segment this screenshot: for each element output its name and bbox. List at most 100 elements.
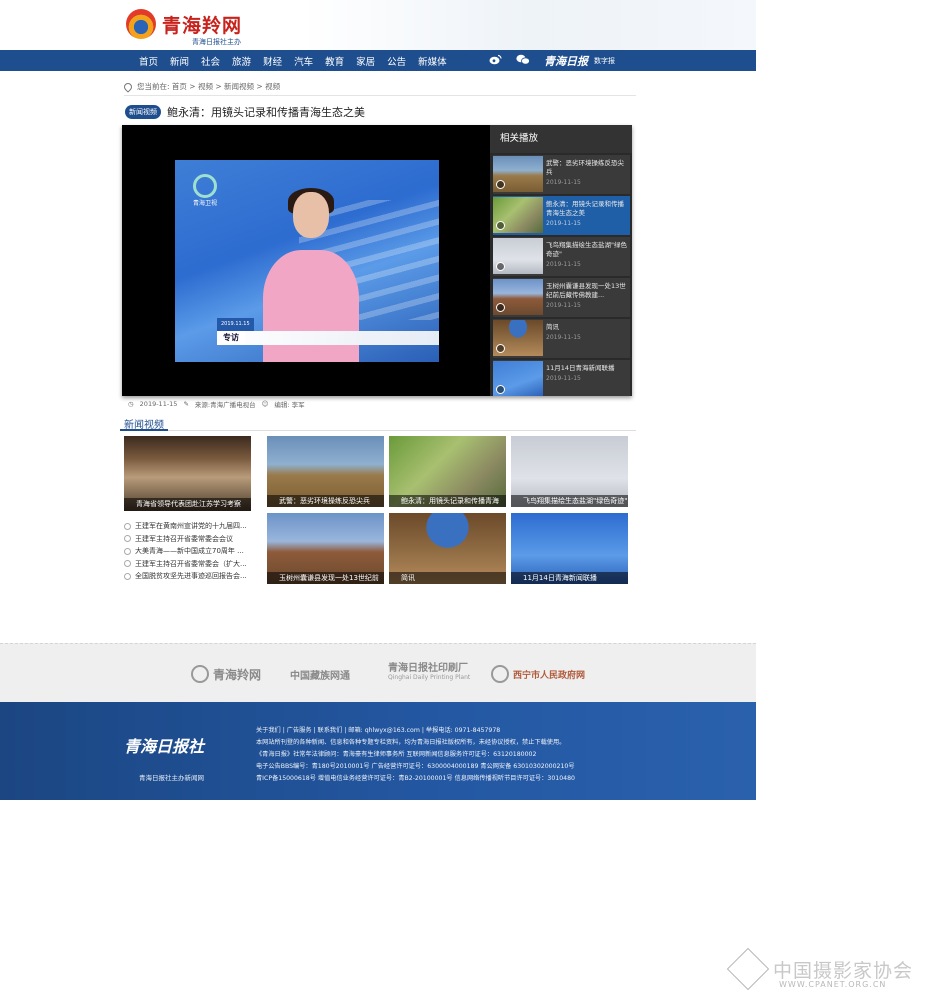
- related-item-date: 2019-11-15: [546, 375, 581, 382]
- nav-item-auto[interactable]: 汽车: [294, 54, 313, 68]
- breadcrumb: 您当前在: 首页 > 视频 > 新闻视频 > 视频: [122, 78, 636, 96]
- related-item[interactable]: 飞鸟翔集描绘生态盐湖"绿色奇迹" 2019-11-15: [493, 237, 630, 276]
- featured-video-caption[interactable]: 青海省领导代表团赴江苏学习考察: [124, 498, 251, 511]
- related-thumbnail[interactable]: [493, 279, 543, 315]
- logo-subtitle: 青海日报社主办: [192, 38, 241, 46]
- partner-subtitle: Qinghai Daily Printing Plant: [388, 674, 471, 681]
- list-item-text[interactable]: 王建军主持召开省委常委会（扩大...: [135, 558, 247, 571]
- partner-link-xining[interactable]: 西宁市人民政府网: [491, 660, 585, 688]
- list-item[interactable]: 全国脱贫攻坚先进事迹巡回报告会...: [124, 570, 254, 583]
- partner-name: 中国藏族网通: [290, 670, 350, 682]
- emblem-icon: [491, 665, 509, 683]
- video-tile-caption[interactable]: 玉树州囊谦县发现一处13世纪前: [267, 572, 384, 584]
- nav-digital-edition[interactable]: 数字报: [594, 56, 615, 66]
- nav-item-home-living[interactable]: 家居: [356, 54, 375, 68]
- list-item-text[interactable]: 王建军主持召开省委常委会会议: [135, 533, 233, 546]
- related-item-title[interactable]: 鲍永清：用镜头记录和传播青海生态之美: [546, 200, 630, 218]
- anchor-figure: [263, 250, 359, 362]
- list-item-text[interactable]: 大美青海——新中国成立70周年 ...: [135, 545, 244, 558]
- related-item-title[interactable]: 飞鸟翔集描绘生态盐湖"绿色奇迹": [546, 241, 630, 259]
- nav-item-news[interactable]: 新闻: [170, 54, 189, 68]
- related-thumbnail[interactable]: [493, 361, 543, 396]
- partner-link-printing[interactable]: 青海日报社印刷厂 Qinghai Daily Printing Plant: [388, 659, 470, 687]
- nav-item-education[interactable]: 教育: [325, 54, 344, 68]
- category-badge[interactable]: 新闻视频: [125, 105, 161, 119]
- related-item[interactable]: 玉树州囊谦县发现一处13世纪前后藏传佛教建... 2019-11-15: [493, 278, 630, 317]
- partner-link-tibet[interactable]: 中国藏族网通: [290, 660, 350, 688]
- related-item-title[interactable]: 简讯: [546, 323, 630, 332]
- video-tile-caption[interactable]: 武警：恶劣环境操练反恐尖兵: [267, 495, 384, 507]
- nav-newspaper-brand[interactable]: 青海日报: [544, 53, 588, 69]
- partner-logo-icon: [191, 665, 209, 683]
- video-tile[interactable]: 飞鸟翔集描绘生态盐湖"绿色奇迹": [511, 436, 628, 507]
- anchor-face: [293, 192, 329, 238]
- bullet-icon: [124, 535, 131, 543]
- video-tile-caption[interactable]: 鲍永清：用镜头记录和传播青海: [389, 495, 506, 507]
- related-thumbnail[interactable]: [493, 197, 543, 233]
- nav-item-society[interactable]: 社会: [201, 54, 220, 68]
- article-title-row: 新闻视频 鲍永清：用镜头记录和传播青海生态之美: [125, 104, 365, 120]
- footer-brand: 青海日报社: [124, 737, 205, 756]
- logo-text: 青海羚网: [162, 14, 243, 37]
- breadcrumb-text[interactable]: 您当前在: 首页 > 视频 > 新闻视频 > 视频: [137, 81, 280, 92]
- video-tile-caption[interactable]: 11月14日青海新闻联播: [511, 572, 628, 584]
- weibo-icon[interactable]: [489, 54, 502, 68]
- nav-item-home[interactable]: 首页: [139, 54, 158, 68]
- featured-video[interactable]: 青海省领导代表团赴江苏学习考察: [124, 436, 251, 511]
- related-item[interactable]: 简讯 2019-11-15: [493, 319, 630, 358]
- location-pin-icon: [122, 80, 134, 93]
- wechat-icon[interactable]: [516, 54, 530, 68]
- partner-link-qhlw[interactable]: 青海羚网: [191, 660, 261, 688]
- nav-item-travel[interactable]: 旅游: [232, 54, 251, 68]
- related-item[interactable]: 武警：恶劣环境操练反恐尖兵 2019-11-15: [493, 155, 630, 194]
- related-item-title[interactable]: 玉树州囊谦县发现一处13世纪前后藏传佛教建...: [546, 282, 630, 300]
- video-tile-caption[interactable]: 简讯: [389, 572, 506, 584]
- list-item[interactable]: 王建军在黄南州宣讲党的十九届四...: [124, 520, 254, 533]
- site-logo[interactable]: 青海羚网: [126, 9, 242, 39]
- channel-name: 青海卫视: [193, 200, 218, 207]
- related-item-title[interactable]: 11月14日青海新闻联播: [546, 364, 630, 373]
- related-item-date: 2019-11-15: [546, 261, 581, 268]
- source-icon: ✎: [183, 400, 189, 408]
- related-thumbnail[interactable]: [493, 238, 543, 274]
- channel-logo-icon: [193, 174, 217, 198]
- related-title: 相关播放: [490, 125, 632, 153]
- video-frame[interactable]: 青海卫视 2019.11.15 专访: [175, 160, 439, 362]
- footer-icp: 青ICP备15000618号 增值电信业务经营许可证号：青B2-20100001…: [256, 775, 575, 782]
- page: 青海羚网 青海日报社主办 首页 新闻 社会 旅游 财经 汽车 教育 家居 公告 …: [0, 0, 934, 1000]
- related-thumbnail[interactable]: [493, 156, 543, 192]
- video-tile[interactable]: 玉树州囊谦县发现一处13世纪前: [267, 513, 384, 584]
- video-tile[interactable]: 鲍永清：用镜头记录和传播青海: [389, 436, 506, 507]
- list-item[interactable]: 大美青海——新中国成立70周年 ...: [124, 545, 254, 558]
- partner-name: 西宁市人民政府网: [513, 670, 586, 681]
- footer-links[interactable]: 关于我们 | 广告服务 | 联系我们 | 邮箱: qhlwyx@163.com …: [256, 725, 586, 737]
- related-item[interactable]: 11月14日青海新闻联播 2019-11-15: [493, 360, 630, 396]
- video-grid: 武警：恶劣环境操练反恐尖兵 鲍永清：用镜头记录和传播青海 飞鸟翔集描绘生态盐湖"…: [267, 436, 628, 584]
- video-tile[interactable]: 武警：恶劣环境操练反恐尖兵: [267, 436, 384, 507]
- site-header: 青海羚网 青海日报社主办: [0, 0, 756, 50]
- footer-license: 电子公告BBS编号：青180号2010001号 广告经营许可证号：6300004…: [256, 763, 575, 770]
- list-item[interactable]: 王建军主持召开省委常委会（扩大...: [124, 558, 254, 571]
- footer-copyright: 本网站所刊登的各种新闻、信息和各种专题专栏资料，均为青海日报社版权所有，未经协议…: [256, 739, 566, 746]
- list-item-text[interactable]: 王建军在黄南州宣讲党的十九届四...: [135, 520, 247, 533]
- editor-icon: ☺: [261, 400, 269, 408]
- logo-emblem-icon: [126, 9, 156, 39]
- related-item-title[interactable]: 武警：恶劣环境操练反恐尖兵: [546, 159, 630, 177]
- nav-right: 青海日报 数字报: [489, 50, 615, 71]
- related-item-date: 2019-11-15: [546, 179, 581, 186]
- video-tile[interactable]: 简讯: [389, 513, 506, 584]
- lower-third-label: 专访: [217, 331, 245, 345]
- partner-links: 青海羚网 中国藏族网通 青海日报社印刷厂 Qinghai Daily Print…: [0, 643, 756, 702]
- list-item-text[interactable]: 全国脱贫攻坚先进事迹巡回报告会...: [135, 570, 247, 583]
- main-nav: 首页 新闻 社会 旅游 财经 汽车 教育 家居 公告 新媒体 青海日报 数字报: [0, 50, 756, 71]
- video-tile[interactable]: 11月14日青海新闻联播: [511, 513, 628, 584]
- related-thumbnail[interactable]: [493, 320, 543, 356]
- bullet-icon: [124, 547, 131, 555]
- related-item-active[interactable]: 鲍永清：用镜头记录和传播青海生态之美 2019-11-15: [493, 196, 630, 235]
- nav-item-finance[interactable]: 财经: [263, 54, 282, 68]
- video-tile-caption[interactable]: 飞鸟翔集描绘生态盐湖"绿色奇迹": [511, 495, 628, 507]
- nav-item-notice[interactable]: 公告: [387, 54, 406, 68]
- video-player[interactable]: 青海卫视 2019.11.15 专访 相关播放 武警：恶劣环境操练反恐尖兵 201…: [122, 125, 632, 396]
- list-item[interactable]: 王建军主持召开省委常委会会议: [124, 533, 254, 546]
- nav-item-new-media[interactable]: 新媒体: [418, 54, 447, 68]
